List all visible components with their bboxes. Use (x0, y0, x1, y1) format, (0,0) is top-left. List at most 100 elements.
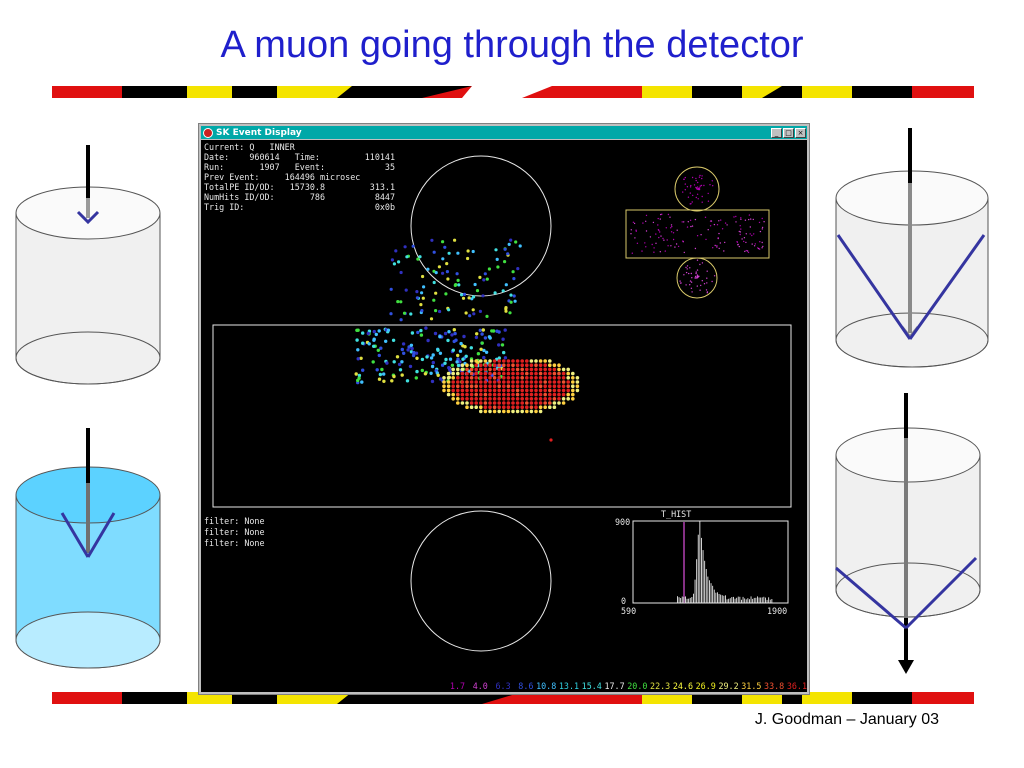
pmt-hit (671, 225, 673, 228)
event-canvas[interactable]: Current: Q INNER Date: 960614 Time: 1101… (201, 140, 807, 692)
hist-xmin: 590 (621, 606, 636, 616)
pmt-hit (492, 401, 497, 405)
pmt-hit (548, 405, 552, 410)
pmt-hit (506, 392, 511, 397)
pmt-hit (492, 380, 497, 384)
pmt-hit (670, 231, 673, 233)
pmt-hit (469, 392, 474, 397)
pmt-hit (739, 225, 741, 227)
pmt-hit (667, 213, 670, 216)
pmt-hit (460, 392, 465, 397)
pmt-hit (502, 380, 506, 384)
hist-bar (704, 560, 706, 603)
pmt-hit (474, 388, 479, 393)
pmt-hit (450, 333, 454, 337)
hist-bar (702, 550, 704, 603)
pmt-hit (515, 397, 520, 401)
pmt-hit (733, 216, 735, 218)
pmt-hit (520, 367, 524, 372)
hist-bar (705, 569, 707, 603)
pmt-hit (696, 186, 699, 188)
pmt-hit (696, 275, 698, 277)
pmt-hit (534, 397, 538, 401)
pmt-hit (515, 388, 520, 393)
pmt-hit (712, 185, 714, 187)
pmt-hit (683, 178, 685, 180)
pmt-hit (659, 218, 661, 220)
pmt-hit (543, 405, 547, 410)
pmt-hit (483, 388, 488, 393)
pmt-hit (682, 191, 684, 193)
pmt-hit (377, 377, 382, 381)
pmt-hit (743, 240, 745, 243)
pmt-hit (525, 363, 529, 367)
close-button[interactable]: × (795, 127, 806, 138)
maximize-button[interactable]: □ (783, 127, 794, 138)
pmt-hit (460, 367, 465, 372)
pmt-hit (690, 272, 692, 275)
pmt-hit (557, 363, 561, 367)
hist-bar (771, 599, 773, 603)
pmt-hit (497, 401, 502, 405)
hist-bar (744, 598, 746, 603)
pmt-hit (557, 388, 561, 393)
pmt-hit (476, 352, 481, 356)
pmt-hit (502, 401, 506, 405)
pmt-hit (443, 331, 448, 336)
pmt-hit (529, 367, 534, 372)
pmt-hit (483, 405, 488, 410)
pmt-hit (571, 392, 575, 397)
scale-value: 31.5 (741, 681, 762, 691)
pmt-hit (448, 357, 453, 361)
hist-bar (689, 597, 691, 603)
scale-value: 33.8 (764, 681, 785, 691)
pmt-hit (689, 284, 691, 286)
pmt-hit (367, 342, 371, 346)
app-icon[interactable] (203, 127, 213, 138)
pmt-hit (492, 392, 497, 397)
hist-bars (677, 521, 773, 603)
hist-bar (677, 596, 678, 603)
pmt-hit (506, 397, 511, 401)
window-titlebar[interactable]: SK Event Display _ □ × (201, 126, 807, 139)
minimize-button[interactable]: _ (771, 127, 782, 138)
pmt-hit (502, 350, 506, 355)
pmt-hit (482, 355, 486, 360)
pmt-hit (459, 341, 463, 346)
pmt-hit (695, 186, 697, 189)
pmt-hit (689, 280, 692, 282)
pmt-hit (711, 280, 713, 283)
pmt-hit (506, 380, 511, 384)
pmt-hit (701, 280, 703, 282)
hist-bar (715, 592, 717, 603)
pmt-hit (479, 376, 483, 380)
pmt-hit (446, 371, 451, 376)
pmt-hit (506, 401, 511, 405)
hist-bar (720, 594, 722, 603)
pmt-hit (431, 360, 435, 365)
pmt-hit (481, 294, 485, 298)
pmt-hit (754, 243, 756, 245)
pmt-hits (354, 238, 580, 442)
pmt-hit (506, 371, 511, 376)
pmt-hit (443, 245, 447, 249)
pmt-hit (515, 392, 520, 397)
od-hits (630, 174, 765, 294)
pmt-hit (460, 397, 465, 401)
pmt-hit (465, 363, 469, 367)
pmt-hit (534, 401, 538, 405)
pmt-hit (416, 330, 420, 335)
pmt-hit (380, 367, 384, 372)
pmt-hit (394, 249, 398, 253)
pmt-hit (506, 384, 511, 388)
hist-bar (769, 599, 771, 603)
pmt-hit (492, 397, 497, 401)
color-scale: 1.7 4.0 6.3 8.6 10.8 13.1 15.4 17.7 20.0 22.3 24.6… (201, 681, 807, 692)
pmt-hit (698, 176, 701, 178)
pmt-hit (513, 299, 517, 303)
pmt-hit (552, 363, 557, 367)
pmt-hit (503, 260, 507, 264)
pmt-hit (421, 296, 425, 300)
pmt-hit (469, 371, 474, 376)
pmt-hit (451, 380, 455, 384)
